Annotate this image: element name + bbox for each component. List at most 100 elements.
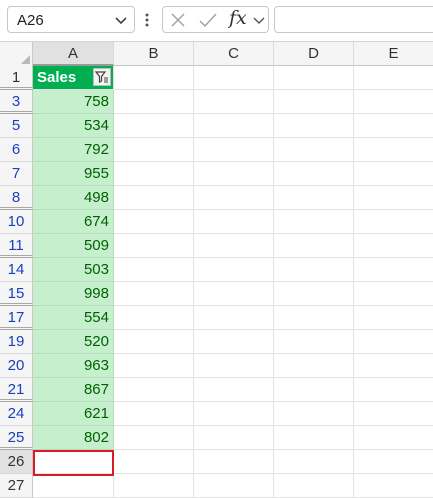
close-icon[interactable] bbox=[170, 12, 186, 28]
cell-d25[interactable] bbox=[274, 426, 354, 450]
cell-d14[interactable] bbox=[274, 258, 354, 282]
cell-a15[interactable]: 998 bbox=[33, 282, 114, 306]
row-header-3[interactable]: 3 bbox=[0, 90, 33, 114]
cell-e10[interactable] bbox=[354, 210, 433, 234]
cell-c11[interactable] bbox=[194, 234, 274, 258]
cell-c10[interactable] bbox=[194, 210, 274, 234]
cell-d21[interactable] bbox=[274, 378, 354, 402]
row-header-8[interactable]: 8 bbox=[0, 186, 33, 210]
cell-d8[interactable] bbox=[274, 186, 354, 210]
row-header-15[interactable]: 15 bbox=[0, 282, 33, 306]
column-header-d[interactable]: D bbox=[274, 42, 354, 66]
cell-e1[interactable] bbox=[354, 66, 433, 90]
cell-d20[interactable] bbox=[274, 354, 354, 378]
row-header-1[interactable]: 1 bbox=[0, 66, 33, 90]
row-header-24[interactable]: 24 bbox=[0, 402, 33, 426]
cell-c1[interactable] bbox=[194, 66, 274, 90]
filter-active-icon[interactable] bbox=[93, 68, 111, 86]
cell-c19[interactable] bbox=[194, 330, 274, 354]
cell-b25[interactable] bbox=[114, 426, 194, 450]
cell-c14[interactable] bbox=[194, 258, 274, 282]
cell-e24[interactable] bbox=[354, 402, 433, 426]
cell-e19[interactable] bbox=[354, 330, 433, 354]
name-box[interactable]: A26 bbox=[7, 6, 135, 33]
cell-e17[interactable] bbox=[354, 306, 433, 330]
cell-a20[interactable]: 963 bbox=[33, 354, 114, 378]
cell-a11[interactable]: 509 bbox=[33, 234, 114, 258]
cell-e3[interactable] bbox=[354, 90, 433, 114]
active-cell-a26[interactable] bbox=[33, 450, 114, 476]
cell-a19[interactable]: 520 bbox=[33, 330, 114, 354]
cell-c5[interactable] bbox=[194, 114, 274, 138]
cell-a17[interactable]: 554 bbox=[33, 306, 114, 330]
row-header-27[interactable]: 27 bbox=[0, 474, 33, 498]
cell-d11[interactable] bbox=[274, 234, 354, 258]
cell-d5[interactable] bbox=[274, 114, 354, 138]
column-header-b[interactable]: B bbox=[114, 42, 194, 66]
cell-e14[interactable] bbox=[354, 258, 433, 282]
cell-d10[interactable] bbox=[274, 210, 354, 234]
cell-d27[interactable] bbox=[274, 474, 354, 498]
chevron-down-icon[interactable] bbox=[252, 13, 266, 27]
cell-d1[interactable] bbox=[274, 66, 354, 90]
cell-c20[interactable] bbox=[194, 354, 274, 378]
row-header-21[interactable]: 21 bbox=[0, 378, 33, 402]
cell-e26[interactable] bbox=[354, 450, 433, 474]
row-header-14[interactable]: 14 bbox=[0, 258, 33, 282]
cell-a14[interactable]: 503 bbox=[33, 258, 114, 282]
cell-c24[interactable] bbox=[194, 402, 274, 426]
cell-b11[interactable] bbox=[114, 234, 194, 258]
row-header-19[interactable]: 19 bbox=[0, 330, 33, 354]
cell-e6[interactable] bbox=[354, 138, 433, 162]
cell-d26[interactable] bbox=[274, 450, 354, 474]
row-header-6[interactable]: 6 bbox=[0, 138, 33, 162]
cell-c21[interactable] bbox=[194, 378, 274, 402]
cell-c17[interactable] bbox=[194, 306, 274, 330]
cell-d24[interactable] bbox=[274, 402, 354, 426]
row-header-26[interactable]: 26 bbox=[0, 450, 33, 474]
cell-d7[interactable] bbox=[274, 162, 354, 186]
cell-e21[interactable] bbox=[354, 378, 433, 402]
formula-input[interactable] bbox=[274, 6, 433, 33]
cell-b19[interactable] bbox=[114, 330, 194, 354]
cell-d6[interactable] bbox=[274, 138, 354, 162]
row-header-25[interactable]: 25 bbox=[0, 426, 33, 450]
cell-b20[interactable] bbox=[114, 354, 194, 378]
cell-b10[interactable] bbox=[114, 210, 194, 234]
more-options-icon[interactable] bbox=[144, 12, 150, 28]
check-icon[interactable] bbox=[198, 12, 218, 28]
cell-c7[interactable] bbox=[194, 162, 274, 186]
cell-b7[interactable] bbox=[114, 162, 194, 186]
cell-c6[interactable] bbox=[194, 138, 274, 162]
cell-a27[interactable] bbox=[33, 474, 114, 498]
cell-a5[interactable]: 534 bbox=[33, 114, 114, 138]
column-header-c[interactable]: C bbox=[194, 42, 274, 66]
row-header-10[interactable]: 10 bbox=[0, 210, 33, 234]
cell-b17[interactable] bbox=[114, 306, 194, 330]
cell-b27[interactable] bbox=[114, 474, 194, 498]
cell-c26[interactable] bbox=[194, 450, 274, 474]
cell-e8[interactable] bbox=[354, 186, 433, 210]
row-header-20[interactable]: 20 bbox=[0, 354, 33, 378]
cell-c25[interactable] bbox=[194, 426, 274, 450]
cell-b6[interactable] bbox=[114, 138, 194, 162]
cell-e5[interactable] bbox=[354, 114, 433, 138]
cell-b15[interactable] bbox=[114, 282, 194, 306]
cell-d17[interactable] bbox=[274, 306, 354, 330]
row-header-17[interactable]: 17 bbox=[0, 306, 33, 330]
select-all-button[interactable] bbox=[0, 42, 33, 66]
cell-b5[interactable] bbox=[114, 114, 194, 138]
cell-a24[interactable]: 621 bbox=[33, 402, 114, 426]
cell-e15[interactable] bbox=[354, 282, 433, 306]
cell-a8[interactable]: 498 bbox=[33, 186, 114, 210]
cell-a7[interactable]: 955 bbox=[33, 162, 114, 186]
cell-c8[interactable] bbox=[194, 186, 274, 210]
cell-a25[interactable]: 802 bbox=[33, 426, 114, 450]
row-header-5[interactable]: 5 bbox=[0, 114, 33, 138]
cell-b24[interactable] bbox=[114, 402, 194, 426]
cell-a6[interactable]: 792 bbox=[33, 138, 114, 162]
cell-d19[interactable] bbox=[274, 330, 354, 354]
cell-b14[interactable] bbox=[114, 258, 194, 282]
cell-a3[interactable]: 758 bbox=[33, 90, 114, 114]
cell-a1[interactable]: Sales bbox=[33, 66, 114, 90]
